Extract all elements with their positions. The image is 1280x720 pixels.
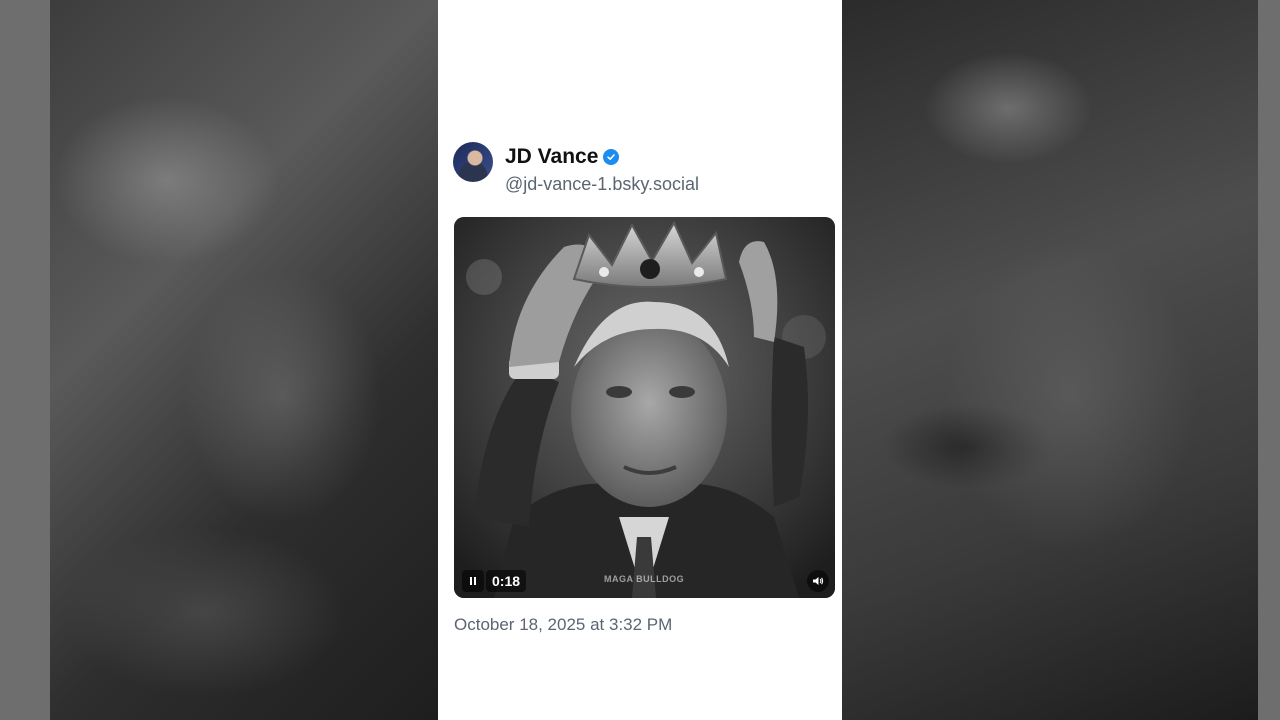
backdrop-image — [842, 0, 1258, 720]
video-still — [454, 217, 835, 598]
author-handle[interactable]: @jd-vance-1.bsky.social — [505, 173, 699, 195]
post-card: JD Vance @jd-vance-1.bsky.social 0:18 MA… — [438, 0, 842, 720]
pause-icon — [470, 577, 476, 585]
post-author[interactable]: JD Vance @jd-vance-1.bsky.social — [453, 142, 699, 195]
video-player[interactable]: 0:18 MAGA BULLDOG — [454, 217, 835, 598]
backdrop-image — [50, 0, 438, 720]
letterbox-bar — [1258, 0, 1280, 720]
elapsed-time: 0:18 — [486, 570, 527, 592]
display-name[interactable]: JD Vance — [505, 144, 598, 170]
post-timestamp[interactable]: October 18, 2025 at 3:32 PM — [454, 614, 672, 636]
blurred-backdrop-right — [842, 0, 1280, 720]
video-frame: JD Vance @jd-vance-1.bsky.social 0:18 MA… — [0, 0, 1280, 720]
speaker-icon — [813, 577, 824, 585]
avatar[interactable] — [453, 142, 493, 182]
display-name-row: JD Vance — [505, 144, 699, 170]
pause-button[interactable] — [462, 570, 484, 592]
verified-check-icon — [603, 149, 620, 165]
author-names: JD Vance @jd-vance-1.bsky.social — [505, 144, 699, 195]
volume-button[interactable] — [807, 570, 829, 592]
blurred-backdrop-left — [0, 0, 438, 720]
letterbox-bar — [0, 0, 50, 720]
video-watermark: MAGA BULLDOG — [604, 574, 685, 584]
